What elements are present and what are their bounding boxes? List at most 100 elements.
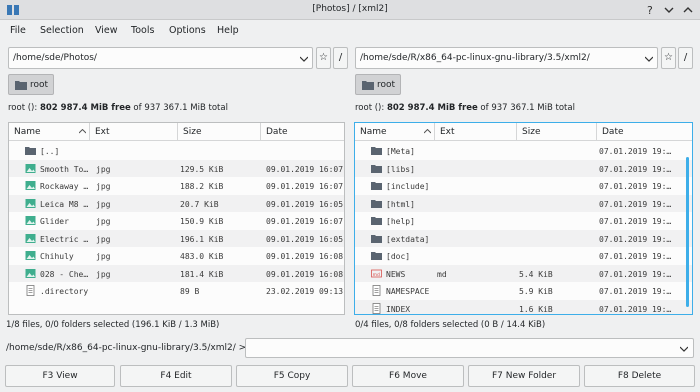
folder-icon [371, 145, 382, 156]
folder-icon [25, 145, 36, 156]
file-row[interactable]: [..] [9, 142, 344, 160]
file-ext: jpg [96, 199, 111, 209]
window-title: [Photos] / [xml2] [312, 4, 388, 14]
file-row[interactable]: Chihuly jpg 483.0 KiB 09.01.2019 16:08 [9, 247, 344, 265]
column-ext[interactable]: Ext [435, 123, 517, 141]
file-date: 23.02.2019 09:13 [266, 287, 344, 296]
file-row[interactable]: [doc] 07.01.2019 19:… [355, 247, 692, 265]
left-file-panel[interactable]: Name Ext Size Date [..] Smooth To… jpg 129.… [8, 122, 345, 315]
file-row[interactable]: [html] 07.01.2019 19:… [355, 194, 692, 212]
left-drive-root-button[interactable]: root [8, 74, 54, 95]
file-row[interactable]: INDEX 1.6 KiB 07.01.2019 19:… [355, 299, 692, 314]
sort-caret-icon [79, 129, 86, 134]
file-name: [include] [386, 182, 430, 191]
right-file-panel[interactable]: Name Ext Size Date [Meta] 07.01.2019 19:…… [354, 122, 693, 315]
right-drive-root-button[interactable]: root [355, 74, 401, 95]
file-row[interactable]: 028 - Che… jpg 181.4 KiB 09.01.2019 16:08 [9, 264, 344, 282]
text-file-icon [371, 302, 382, 314]
right-favorite-button[interactable]: ☆ [661, 47, 676, 69]
menu-options[interactable]: Options [169, 25, 206, 36]
file-date: 07.01.2019 19:… [599, 182, 672, 191]
file-name: [libs] [386, 164, 415, 174]
file-size: 150.9 KiB [180, 217, 224, 226]
column-ext[interactable]: Ext [90, 123, 178, 141]
file-row[interactable]: md NEWS md 5.4 KiB 07.01.2019 19:… [355, 264, 692, 282]
right-panel-scrollbar[interactable] [686, 157, 689, 307]
chevron-down-icon [645, 56, 653, 62]
text-file-icon [371, 285, 382, 296]
file-name: [doc] [386, 252, 411, 261]
left-path-text: /home/sde/Photos/ [13, 53, 97, 63]
left-favorite-button[interactable]: ☆ [316, 47, 331, 69]
file-name: .directory [40, 287, 88, 296]
maximize-icon[interactable] [681, 3, 695, 17]
file-size: 196.1 KiB [180, 234, 224, 244]
file-row[interactable]: Leica M8 … jpg 20.7 KiB 09.01.2019 16:05 [9, 194, 344, 212]
file-row[interactable]: [libs] 07.01.2019 19:… [355, 159, 692, 177]
left-drive-label: root [30, 80, 49, 90]
file-date: 09.01.2019 16:05 [266, 199, 344, 209]
menu-help[interactable]: Help [217, 25, 239, 36]
left-path-combobox[interactable]: /home/sde/Photos/ [8, 47, 313, 69]
file-size: 89 B [180, 287, 200, 296]
file-row[interactable]: Rockaway … jpg 188.2 KiB 09.01.2019 16:07 [9, 177, 344, 195]
file-row[interactable]: .directory 89 B 23.02.2019 09:13 [9, 282, 344, 300]
file-row[interactable]: [extdata] 07.01.2019 19:… [355, 229, 692, 247]
file-date: 07.01.2019 19:… [599, 269, 672, 279]
right-path-combobox[interactable]: /home/sde/R/x86_64-pc-linux-gnu-library/… [355, 47, 658, 69]
svg-text:md: md [373, 271, 380, 277]
column-size[interactable]: Size [178, 123, 261, 141]
folder-icon [371, 215, 382, 226]
file-name: [Meta] [386, 147, 415, 156]
file-row[interactable]: [help] 07.01.2019 19:… [355, 212, 692, 230]
right-path-text: /home/sde/R/x86_64-pc-linux-gnu-library/… [360, 53, 590, 63]
right-root-path-button[interactable]: / [678, 47, 693, 69]
file-date: 09.01.2019 16:08 [266, 252, 344, 261]
file-name: Smooth To… [40, 164, 88, 174]
folder-icon [371, 250, 382, 261]
menu-bar: File Selection View Tools Options Help [0, 22, 700, 40]
file-name: NEWS [386, 269, 406, 279]
help-icon[interactable]: ? [644, 3, 658, 17]
file-row[interactable]: [Meta] 07.01.2019 19:… [355, 142, 692, 160]
file-name: Electric … [40, 234, 88, 244]
image-icon [25, 163, 36, 174]
column-date[interactable]: Date [261, 123, 344, 141]
menu-selection[interactable]: Selection [40, 25, 84, 36]
file-date: 09.01.2019 16:07 [266, 182, 344, 191]
menu-tools[interactable]: Tools [131, 25, 154, 36]
file-ext: md [437, 269, 447, 279]
folder-icon [371, 180, 382, 191]
column-date[interactable]: Date [597, 123, 692, 141]
file-name: 028 - Che… [40, 269, 88, 279]
menu-file[interactable]: File [10, 25, 26, 36]
left-column-header: Name Ext Size Date [9, 123, 344, 141]
column-name[interactable]: Name [355, 123, 435, 141]
file-row[interactable]: Smooth To… jpg 129.5 KiB 09.01.2019 16:07 [9, 159, 344, 177]
f5-copy-button[interactable]: F5 Copy [236, 365, 348, 387]
file-row[interactable]: Glider jpg 150.9 KiB 09.01.2019 16:07 [9, 212, 344, 230]
f7-new-folder-button[interactable]: F7 New Folder [468, 365, 580, 387]
file-date: 07.01.2019 19:… [599, 164, 672, 174]
f8-delete-button[interactable]: F8 Delete [584, 365, 695, 387]
command-input[interactable] [245, 338, 694, 358]
f4-edit-button[interactable]: F4 Edit [120, 365, 232, 387]
file-name: [help] [386, 217, 415, 226]
column-size[interactable]: Size [517, 123, 597, 141]
right-column-header: Name Ext Size Date [355, 123, 692, 141]
minimize-icon[interactable] [662, 3, 676, 17]
file-name: NAMESPACE [386, 287, 430, 296]
file-row[interactable]: NAMESPACE 5.9 KiB 07.01.2019 19:… [355, 282, 692, 300]
file-name: [..] [40, 147, 60, 156]
left-root-path-button[interactable]: / [333, 47, 348, 69]
file-ext: jpg [96, 269, 111, 279]
file-size: 5.4 KiB [519, 269, 553, 279]
image-icon [25, 250, 36, 261]
column-name[interactable]: Name [9, 123, 90, 141]
f6-move-button[interactable]: F6 Move [352, 365, 464, 387]
file-row[interactable]: [include] 07.01.2019 19:… [355, 177, 692, 195]
menu-view[interactable]: View [95, 25, 118, 36]
f3-view-button[interactable]: F3 View [5, 365, 115, 387]
file-row[interactable]: Electric … jpg 196.1 KiB 09.01.2019 16:05 [9, 229, 344, 247]
file-date: 09.01.2019 16:07 [266, 164, 344, 174]
